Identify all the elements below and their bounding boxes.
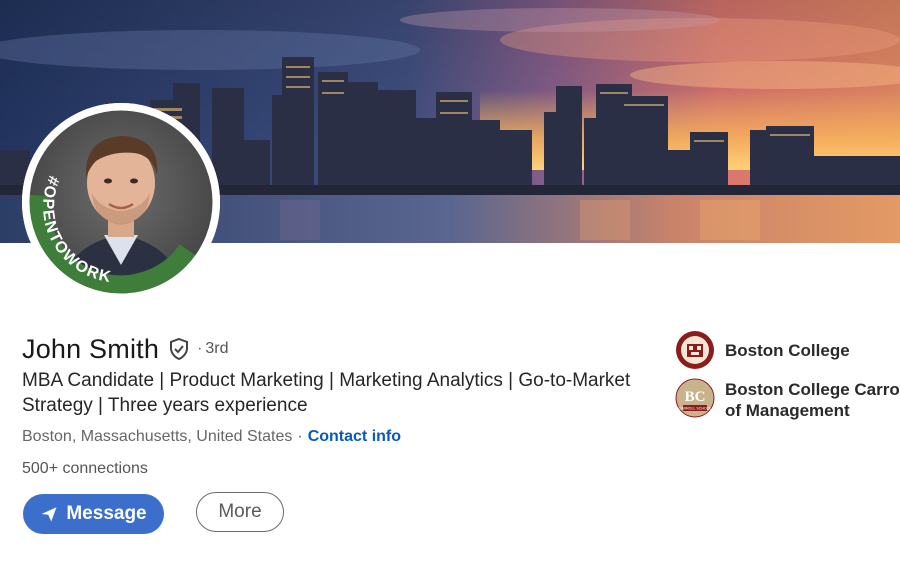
more-button[interactable]: More [196,492,284,532]
education-name: Boston College Carroll of Management [725,378,900,421]
education-name-line2: of Management [725,401,850,420]
message-button-label: Message [66,503,147,524]
education-item-boston-college[interactable]: Boston College [675,330,850,370]
svg-text:BC: BC [685,389,706,405]
education-name-line1: Boston College Carroll [725,380,900,399]
connections-count: 500+ connections [22,460,148,477]
profile-avatar[interactable]: #OPENTOWORK [22,103,220,301]
boston-college-logo-icon [676,331,714,369]
profile-headline: MBA Candidate | Product Marketing | Mark… [22,370,631,416]
education-name-line1: Boston College [725,341,850,360]
profile-location: Boston, Massachusetts, United States [22,428,293,445]
location-separator: · [297,428,303,445]
avatar-photo: #OPENTOWORK [22,103,220,301]
message-button[interactable]: Message [23,494,164,534]
degree-separator: · [197,340,203,357]
location-row: Boston, Massachusetts, United States · C… [22,428,401,446]
svg-text:CARROLL SCHOOL: CARROLL SCHOOL [678,407,711,411]
paper-plane-icon [41,507,57,522]
name-row: John Smith · 3rd [22,330,229,368]
connection-degree: 3rd [205,340,229,357]
carroll-school-logo-icon: BC CARROLL SCHOOL [675,378,715,418]
contact-info-link[interactable]: Contact info [308,428,401,446]
more-button-label: More [218,501,262,522]
education-item-carroll-school[interactable]: BC CARROLL SCHOOL Boston College Carroll… [675,378,900,421]
education-name: Boston College [725,330,850,361]
profile-name: John Smith [22,333,160,364]
shield-check-icon[interactable] [167,337,191,361]
